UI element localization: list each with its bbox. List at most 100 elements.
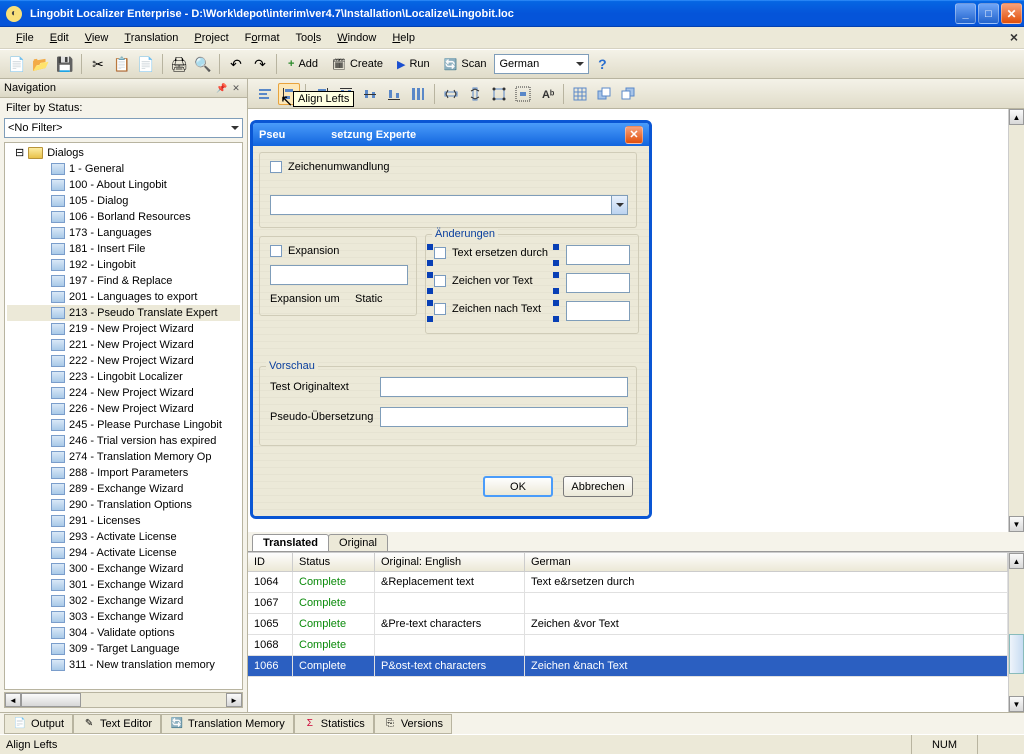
print-icon[interactable]: 🖨 (168, 53, 190, 75)
tree-item[interactable]: 222 - New Project Wizard (7, 353, 240, 369)
tree-item[interactable]: 274 - Translation Memory Op (7, 449, 240, 465)
align-icon-6[interactable] (383, 83, 405, 105)
menu-help[interactable]: Help (384, 30, 423, 46)
close-document-button[interactable]: × (1010, 29, 1018, 45)
copy-icon[interactable]: 📋 (111, 53, 133, 75)
size-icon-3[interactable] (488, 83, 510, 105)
close-panel-icon[interactable]: ✕ (229, 81, 243, 95)
text-icon[interactable]: Aᵇ (536, 83, 558, 105)
help-icon[interactable]: ? (591, 53, 613, 75)
cut-icon[interactable]: ✂ (87, 53, 109, 75)
tree-item[interactable]: 293 - Activate License (7, 529, 240, 545)
size-icon-1[interactable] (440, 83, 462, 105)
grid-icon[interactable] (569, 83, 591, 105)
tree-item[interactable]: 291 - Licenses (7, 513, 240, 529)
tree-item[interactable]: 219 - New Project Wizard (7, 321, 240, 337)
tree-item[interactable]: 226 - New Project Wizard (7, 401, 240, 417)
zeichen-combo[interactable] (270, 195, 628, 215)
dialog-design-area[interactable]: Pseu setzung Experte ✕ Zeichenumwandlung… (248, 109, 1024, 532)
tree-item[interactable]: 221 - New Project Wizard (7, 337, 240, 353)
tab-translation-memory[interactable]: 🔄Translation Memory (161, 714, 294, 734)
table-row[interactable]: 1064Complete&Replacement textText e&rset… (248, 572, 1008, 593)
run-button[interactable]: ▶Run (391, 56, 436, 73)
tab-text-editor[interactable]: ✎Text Editor (73, 714, 161, 734)
tree-item[interactable]: 201 - Languages to export (7, 289, 240, 305)
menu-format[interactable]: Format (237, 30, 288, 46)
layers-icon-1[interactable] (593, 83, 615, 105)
ok-button[interactable]: OK (483, 476, 553, 497)
design-vscroll[interactable]: ▲▼ (1008, 109, 1024, 532)
menu-window[interactable]: Window (329, 30, 384, 46)
find-icon[interactable]: 🔍 (192, 53, 214, 75)
center-icon-1[interactable] (512, 83, 534, 105)
dialog-tree[interactable]: ⊟Dialogs1 - General100 - About Lingobit1… (4, 142, 243, 690)
new-icon[interactable]: 📄 (6, 53, 28, 75)
table-row[interactable]: 1068Complete (248, 635, 1008, 656)
scan-button[interactable]: 🔄Scan (438, 56, 493, 73)
zeichen-vor-checkbox[interactable] (434, 275, 446, 287)
size-icon-2[interactable] (464, 83, 486, 105)
align-icon-5[interactable] (359, 83, 381, 105)
zeichen-checkbox[interactable] (270, 161, 282, 173)
maximize-button[interactable]: □ (978, 3, 999, 24)
tree-item[interactable]: 301 - Exchange Wizard (7, 577, 240, 593)
tree-item[interactable]: 192 - Lingobit (7, 257, 240, 273)
pin-icon[interactable]: 📌 (215, 81, 229, 95)
tab-translated[interactable]: Translated (252, 534, 329, 551)
tree-item[interactable]: 288 - Import Parameters (7, 465, 240, 481)
tree-item[interactable]: 224 - New Project Wizard (7, 385, 240, 401)
cancel-button[interactable]: Abbrechen (563, 476, 633, 497)
align-icon-1[interactable] (254, 83, 276, 105)
tree-item[interactable]: 245 - Please Purchase Lingobit (7, 417, 240, 433)
distribute-icon-1[interactable] (407, 83, 429, 105)
text-ersetzen-input[interactable] (566, 245, 630, 265)
zeichen-nach-checkbox[interactable] (434, 303, 446, 315)
text-ersetzen-checkbox[interactable] (434, 247, 446, 259)
open-icon[interactable]: 📂 (30, 53, 52, 75)
tab-output[interactable]: 📄Output (4, 714, 73, 734)
close-button[interactable]: ✕ (1001, 3, 1022, 24)
menu-view[interactable]: View (77, 30, 117, 46)
tree-item[interactable]: 181 - Insert File (7, 241, 240, 257)
tree-root[interactable]: ⊟Dialogs (7, 145, 240, 161)
tree-item[interactable]: 290 - Translation Options (7, 497, 240, 513)
tree-item[interactable]: 303 - Exchange Wizard (7, 609, 240, 625)
menu-edit[interactable]: Edit (42, 30, 77, 46)
test-orig-input[interactable] (380, 377, 628, 397)
paste-icon[interactable]: 📄 (135, 53, 157, 75)
tree-item[interactable]: 1 - General (7, 161, 240, 177)
undo-icon[interactable]: ↶ (225, 53, 247, 75)
tree-item[interactable]: 300 - Exchange Wizard (7, 561, 240, 577)
add-button[interactable]: +Add (282, 56, 324, 72)
tree-item[interactable]: 105 - Dialog (7, 193, 240, 209)
tree-item[interactable]: 311 - New translation memory (7, 657, 240, 673)
zeichen-vor-input[interactable] (566, 273, 630, 293)
layers-icon-2[interactable] (617, 83, 639, 105)
language-select[interactable]: German (494, 54, 589, 74)
zeichen-nach-input[interactable] (566, 301, 630, 321)
tree-item[interactable]: 289 - Exchange Wizard (7, 481, 240, 497)
tree-item[interactable]: 100 - About Lingobit (7, 177, 240, 193)
menu-translation[interactable]: Translation (116, 30, 186, 46)
save-icon[interactable]: 💾 (54, 53, 76, 75)
menu-file[interactable]: File (8, 30, 42, 46)
filter-select[interactable]: <No Filter> (4, 118, 243, 138)
tree-item[interactable]: 223 - Lingobit Localizer (7, 369, 240, 385)
tab-versions[interactable]: ⎘Versions (374, 714, 452, 734)
tree-item[interactable]: 213 - Pseudo Translate Expert (7, 305, 240, 321)
table-row[interactable]: 1065Complete&Pre-text charactersZeichen … (248, 614, 1008, 635)
dialog-close-icon[interactable]: ✕ (625, 126, 643, 144)
translation-grid[interactable]: ID Status Original: English German 1064C… (248, 553, 1008, 712)
tree-item[interactable]: 173 - Languages (7, 225, 240, 241)
tree-item[interactable]: 304 - Validate options (7, 625, 240, 641)
redo-icon[interactable]: ↷ (249, 53, 271, 75)
tree-item[interactable]: 197 - Find & Replace (7, 273, 240, 289)
tree-item[interactable]: 302 - Exchange Wizard (7, 593, 240, 609)
tab-statistics[interactable]: ΣStatistics (294, 714, 374, 734)
expansion-checkbox[interactable] (270, 245, 282, 257)
grid-vscroll[interactable]: ▲ ▼ (1008, 553, 1024, 712)
table-row[interactable]: 1066CompleteP&ost-text charactersZeichen… (248, 656, 1008, 677)
menu-tools[interactable]: Tools (288, 30, 330, 46)
tree-item[interactable]: 309 - Target Language (7, 641, 240, 657)
table-row[interactable]: 1067Complete (248, 593, 1008, 614)
